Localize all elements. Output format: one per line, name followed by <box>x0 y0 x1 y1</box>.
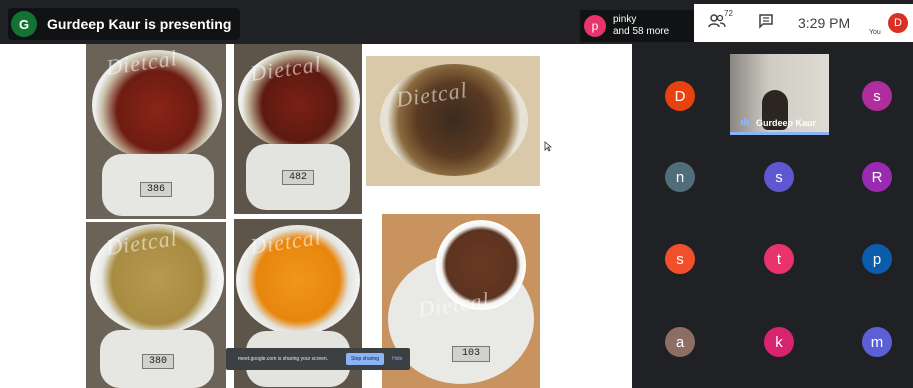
stop-sharing-button[interactable]: Stop sharing <box>346 353 385 365</box>
self-label: You <box>869 29 881 36</box>
participant-name: Gurdeep Kaur <box>756 118 817 128</box>
participant-avatar[interactable]: s <box>665 244 695 274</box>
participant-avatar[interactable]: s <box>862 81 892 111</box>
participant-avatar[interactable]: p <box>862 244 892 274</box>
participant-avatar[interactable]: k <box>764 327 794 357</box>
participant-avatar[interactable]: t <box>764 244 794 274</box>
meeting-time: 3:29 PM <box>798 15 851 31</box>
chat-button[interactable] <box>758 13 778 33</box>
participant-video-tile[interactable]: Gurdeep Kaur <box>730 54 829 135</box>
top-bar: G Gurdeep Kaur is presenting p pinky and… <box>0 0 913 44</box>
active-speaker-border <box>730 132 829 135</box>
scale-display: 380 <box>142 354 174 369</box>
viewer-text: pinky and 58 more <box>613 14 669 38</box>
viewer-name: pinky <box>613 14 637 25</box>
participant-avatar[interactable]: m <box>862 327 892 357</box>
presenting-banner[interactable]: G Gurdeep Kaur is presenting <box>8 8 240 40</box>
participant-avatar[interactable]: s <box>764 162 794 192</box>
meeting-controls-bar: 72 3:29 PM You D <box>694 4 913 42</box>
participant-avatar[interactable]: R <box>862 162 892 192</box>
screen-sharing-bar: meet.google.com is sharing your screen. … <box>226 348 410 370</box>
participant-grid: Gurdeep Kaur D s n s R s t p a k m <box>632 44 913 388</box>
sharing-message: meet.google.com is sharing your screen. <box>238 356 329 362</box>
scale-display: 482 <box>282 170 314 185</box>
scale-display: 103 <box>452 346 490 362</box>
scale-display: 386 <box>140 182 172 197</box>
shared-screen: 386 Dietcal 482 Dietcal Dietcal 380 Diet… <box>0 44 632 388</box>
presenter-avatar: G <box>11 11 37 37</box>
viewer-avatar: p <box>584 15 606 37</box>
spice-photo-chili-mix: 482 Dietcal <box>234 44 362 214</box>
mouse-cursor-icon <box>544 141 552 152</box>
chat-icon <box>759 14 773 29</box>
audio-level-icon <box>741 118 749 125</box>
hide-button[interactable]: Hide <box>392 356 402 362</box>
self-avatar[interactable]: D <box>888 13 908 33</box>
spice-photo-whole-spices: Dietcal <box>366 56 540 186</box>
viewer-more: and 58 more <box>613 26 670 37</box>
participant-avatar[interactable]: a <box>665 327 695 357</box>
viewer-summary[interactable]: p pinky and 58 more <box>580 10 694 42</box>
presenting-text: Gurdeep Kaur is presenting <box>47 16 232 32</box>
people-button[interactable]: 72 <box>708 9 734 33</box>
participant-avatar[interactable]: D <box>665 81 695 111</box>
participant-avatar[interactable]: n <box>665 162 695 192</box>
spice-photo-coriander-powder: 380 Dietcal <box>86 222 226 388</box>
spice-photo-red-chilies: 386 Dietcal <box>86 44 226 219</box>
participant-count: 72 <box>724 9 733 18</box>
